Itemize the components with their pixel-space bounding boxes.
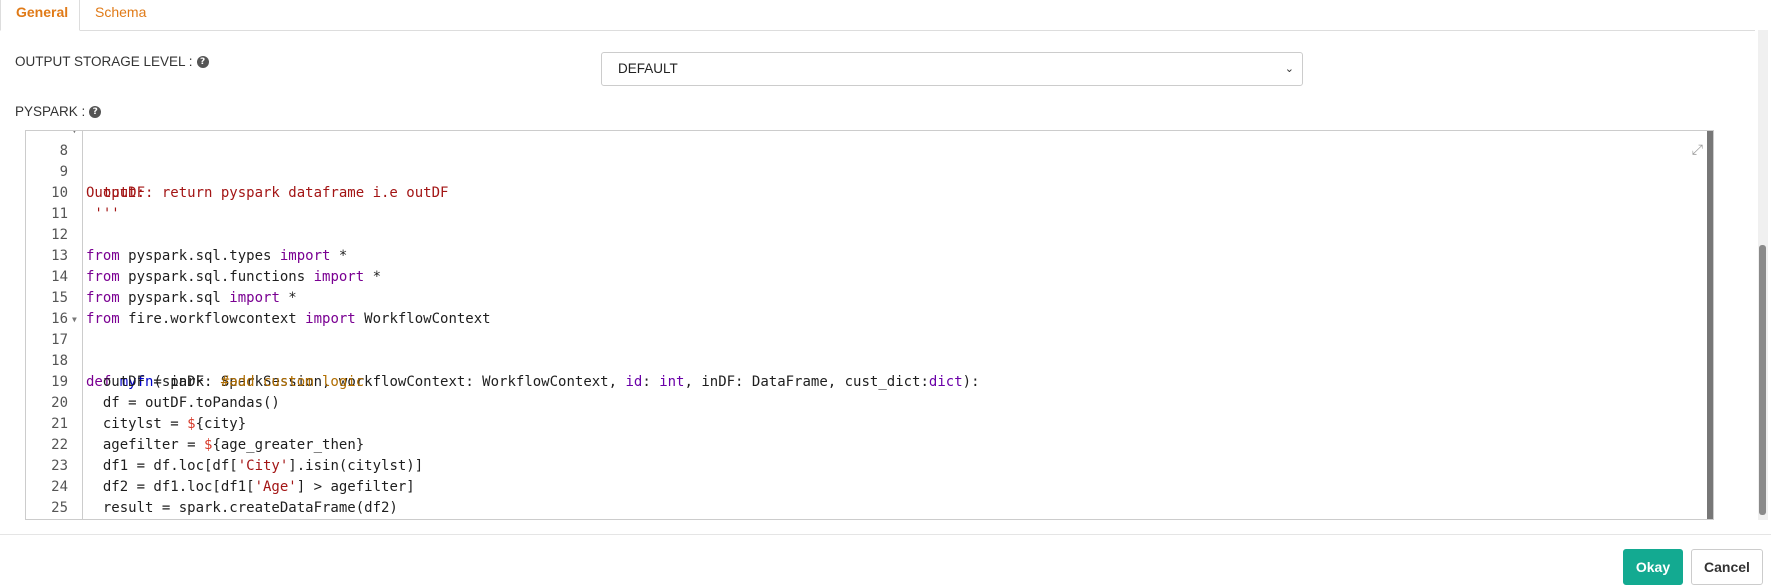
code-text: result = spark.createDataFrame(df2) xyxy=(86,500,398,516)
code-line: 14 from pyspark.sql import * xyxy=(26,246,1713,306)
tab-general[interactable]: General xyxy=(0,0,80,31)
code-line: 17 ▼ def myfn(spark: SparkSession, workf… xyxy=(26,309,1713,390)
line-number: 25 xyxy=(51,500,68,516)
tab-bar: General Schema xyxy=(0,0,1755,31)
code-line: 18 outDF = inDF #add custom logic xyxy=(26,330,1713,390)
code-line: 19 df = outDF.toPandas() xyxy=(26,351,1713,411)
question-circle-icon[interactable]: ? xyxy=(196,55,209,68)
page-scrollbar-thumb[interactable] xyxy=(1759,245,1766,515)
footer-divider xyxy=(0,534,1771,535)
code-line: 22 df1 = df.loc[df['City'].isin(citylst)… xyxy=(26,414,1713,474)
code-line: 12 from pyspark.sql.types import * xyxy=(26,204,1713,264)
code-line: 25 return result xyxy=(26,477,1713,516)
question-circle-icon[interactable]: ? xyxy=(89,105,102,118)
code-line: 15 from fire.workflowcontext import Work… xyxy=(26,267,1713,327)
pyspark-label: PYSPARK : ? xyxy=(15,104,102,119)
cancel-button[interactable]: Cancel xyxy=(1691,549,1763,585)
fold-arrow-icon[interactable]: ▼ xyxy=(72,131,77,141)
code-line: 9 outDF: return pyspark dataframe i.e ou… xyxy=(26,141,1713,201)
page-scrollbar[interactable] xyxy=(1758,30,1768,520)
expand-icon[interactable]: ⤢ xyxy=(1692,141,1703,158)
code-text: return result xyxy=(86,519,212,520)
okay-button[interactable]: Okay xyxy=(1623,549,1683,585)
code-editor[interactable]: 8 ▼ Output: 9 outDF: return pyspark data… xyxy=(25,130,1714,520)
output-storage-level-label: OUTPUT STORAGE LEVEL : ? xyxy=(15,54,209,69)
code-line: 20 citylst = ${city} xyxy=(26,372,1713,432)
code-line: 13 from pyspark.sql.functions import * xyxy=(26,225,1713,285)
pyspark-label-text: PYSPARK : xyxy=(15,104,86,119)
output-storage-level-select[interactable]: DEFAULT ⌄ xyxy=(601,52,1303,86)
tab-schema[interactable]: Schema xyxy=(80,0,161,30)
code-line: 8 ▼ Output: xyxy=(26,131,1713,201)
code-line: 24 result = spark.createDataFrame(df2) xyxy=(26,456,1713,516)
output-storage-level-value: DEFAULT xyxy=(618,61,678,76)
code-line: 16 xyxy=(26,288,1713,327)
code-line: 21 agefilter = ${age_greater_then} xyxy=(26,393,1713,453)
fold-arrow-icon[interactable]: ▼ xyxy=(72,309,77,330)
output-storage-level-text: OUTPUT STORAGE LEVEL : xyxy=(15,54,193,69)
code-line: 10 ''' xyxy=(26,162,1713,222)
chevron-down-icon: ⌄ xyxy=(1284,63,1294,75)
code-line: 23 df2 = df1.loc[df1['Age'] > agefilter] xyxy=(26,435,1713,495)
editor-scrollbar[interactable] xyxy=(1707,131,1713,519)
code-line: 11 xyxy=(26,183,1713,222)
